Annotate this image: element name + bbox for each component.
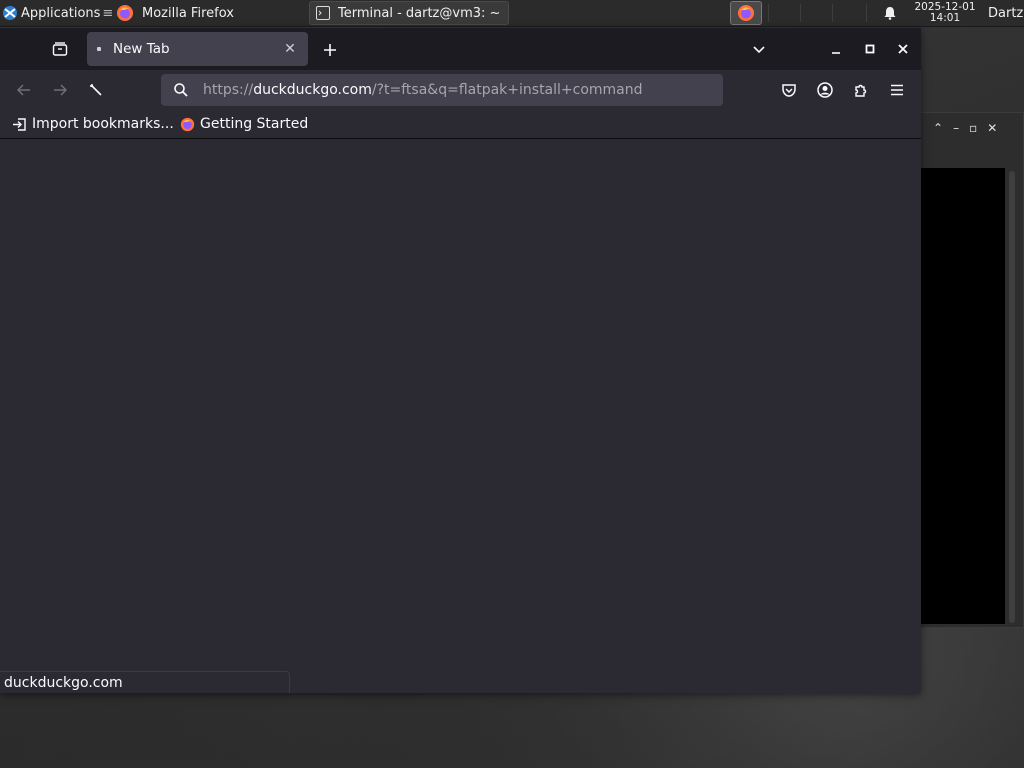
tab-bar: New Tab ✕ — [0, 28, 921, 70]
firefox-icon — [180, 117, 195, 132]
close-icon — [898, 44, 908, 54]
terminal-window-controls: ⌃ – ▫ ✕ — [933, 121, 997, 135]
firefox-window: New Tab ✕ https://duckduckgo.com/?t=ftsa… — [0, 28, 921, 693]
back-button[interactable] — [10, 76, 38, 104]
page-content[interactable]: duckduckgo.com — [0, 139, 921, 693]
hamburger-menu-icon — [891, 84, 903, 96]
taskbar-terminal[interactable]: Terminal - dartz@vm3: ~ — [309, 1, 509, 25]
tab-title: New Tab — [113, 41, 170, 57]
forward-button[interactable] — [46, 76, 74, 104]
maximize-button[interactable] — [857, 36, 883, 62]
status-panel: duckduckgo.com — [0, 671, 290, 693]
status-text: duckduckgo.com — [4, 675, 123, 691]
clock[interactable]: 2025-12-01 14:01 — [908, 0, 982, 26]
firefox-icon — [117, 5, 133, 21]
chevron-up-icon[interactable]: ⌃ — [933, 121, 943, 135]
puzzle-icon — [855, 84, 867, 97]
url-bar[interactable]: https://duckduckgo.com/?t=ftsa&q=flatpak… — [161, 74, 723, 106]
panel-separator — [866, 4, 867, 22]
bookmark-getting-started[interactable]: Getting Started — [180, 114, 308, 134]
pocket-icon — [782, 84, 796, 97]
terminal-icon — [316, 6, 330, 20]
user-label: Dartz — [988, 5, 1024, 21]
bookmarks-toolbar: Import bookmarks... Getting Started — [0, 110, 921, 139]
url-path: /?t=ftsa&q=flatpak+install+command — [371, 82, 643, 98]
maximize-icon — [865, 44, 875, 54]
chevron-down-icon — [753, 46, 765, 54]
url-host: duckduckgo.com — [253, 82, 372, 98]
systray-firefox[interactable] — [730, 1, 762, 25]
applications-menu[interactable]: Applications ≡ — [2, 0, 113, 26]
account-button[interactable] — [811, 76, 839, 104]
firefox-view-icon — [52, 42, 68, 56]
close-window-button[interactable] — [890, 36, 916, 62]
panel-separator — [800, 4, 801, 22]
url-text[interactable]: https://duckduckgo.com/?t=ftsa&q=flatpak… — [203, 82, 643, 98]
account-icon — [817, 82, 833, 98]
import-icon — [12, 117, 27, 132]
stop-button[interactable] — [82, 76, 110, 104]
taskbar-terminal-label: Terminal - dartz@vm3: ~ — [338, 5, 501, 21]
notifications-button[interactable] — [881, 0, 899, 26]
extensions-button[interactable] — [847, 76, 875, 104]
firefox-view-button[interactable] — [40, 34, 80, 64]
app-menu-button[interactable] — [883, 76, 911, 104]
applications-label: Applications — [21, 5, 101, 21]
pocket-button[interactable] — [775, 76, 803, 104]
search-icon — [173, 82, 189, 98]
terminal-content[interactable] — [921, 168, 1005, 624]
bookmark-getting-started-label: Getting Started — [200, 116, 309, 132]
xfce-logo-icon — [3, 6, 17, 20]
bell-icon — [884, 7, 896, 20]
taskbar-firefox-label: Mozilla Firefox — [142, 5, 234, 21]
url-scheme: https:// — [203, 82, 254, 98]
firefox-icon — [738, 5, 754, 21]
panel-separator — [768, 4, 769, 22]
minimize-icon — [832, 52, 840, 54]
bookmark-import[interactable]: Import bookmarks... — [12, 114, 174, 134]
plus-icon — [324, 44, 336, 56]
maximize-icon[interactable]: ▫ — [969, 121, 977, 135]
list-all-tabs-button[interactable] — [746, 36, 772, 62]
minimize-button[interactable] — [823, 36, 849, 62]
top-panel: Applications ≡ Mozilla Firefox Terminal … — [0, 0, 1024, 27]
bookmark-import-label: Import bookmarks... — [32, 116, 174, 132]
arrow-left-icon — [16, 84, 30, 96]
user-menu[interactable]: Dartz — [988, 0, 1023, 26]
arrow-right-icon — [54, 84, 68, 96]
clock-time: 14:01 — [929, 12, 961, 24]
navigation-toolbar: https://duckduckgo.com/?t=ftsa&q=flatpak… — [0, 70, 921, 110]
new-tab-button[interactable] — [316, 36, 344, 64]
taskbar-firefox[interactable]: Mozilla Firefox — [110, 1, 306, 25]
panel-separator — [832, 4, 833, 22]
minimize-icon[interactable]: – — [953, 121, 959, 135]
stop-icon — [90, 84, 102, 96]
terminal-scrollbar[interactable] — [1009, 171, 1015, 623]
terminal-window[interactable]: ⌃ – ▫ ✕ — [920, 112, 1024, 628]
close-icon[interactable]: ✕ — [282, 41, 298, 57]
tab-new-tab[interactable]: New Tab ✕ — [87, 32, 308, 66]
close-icon[interactable]: ✕ — [987, 121, 997, 135]
tab-favicon — [97, 47, 101, 51]
